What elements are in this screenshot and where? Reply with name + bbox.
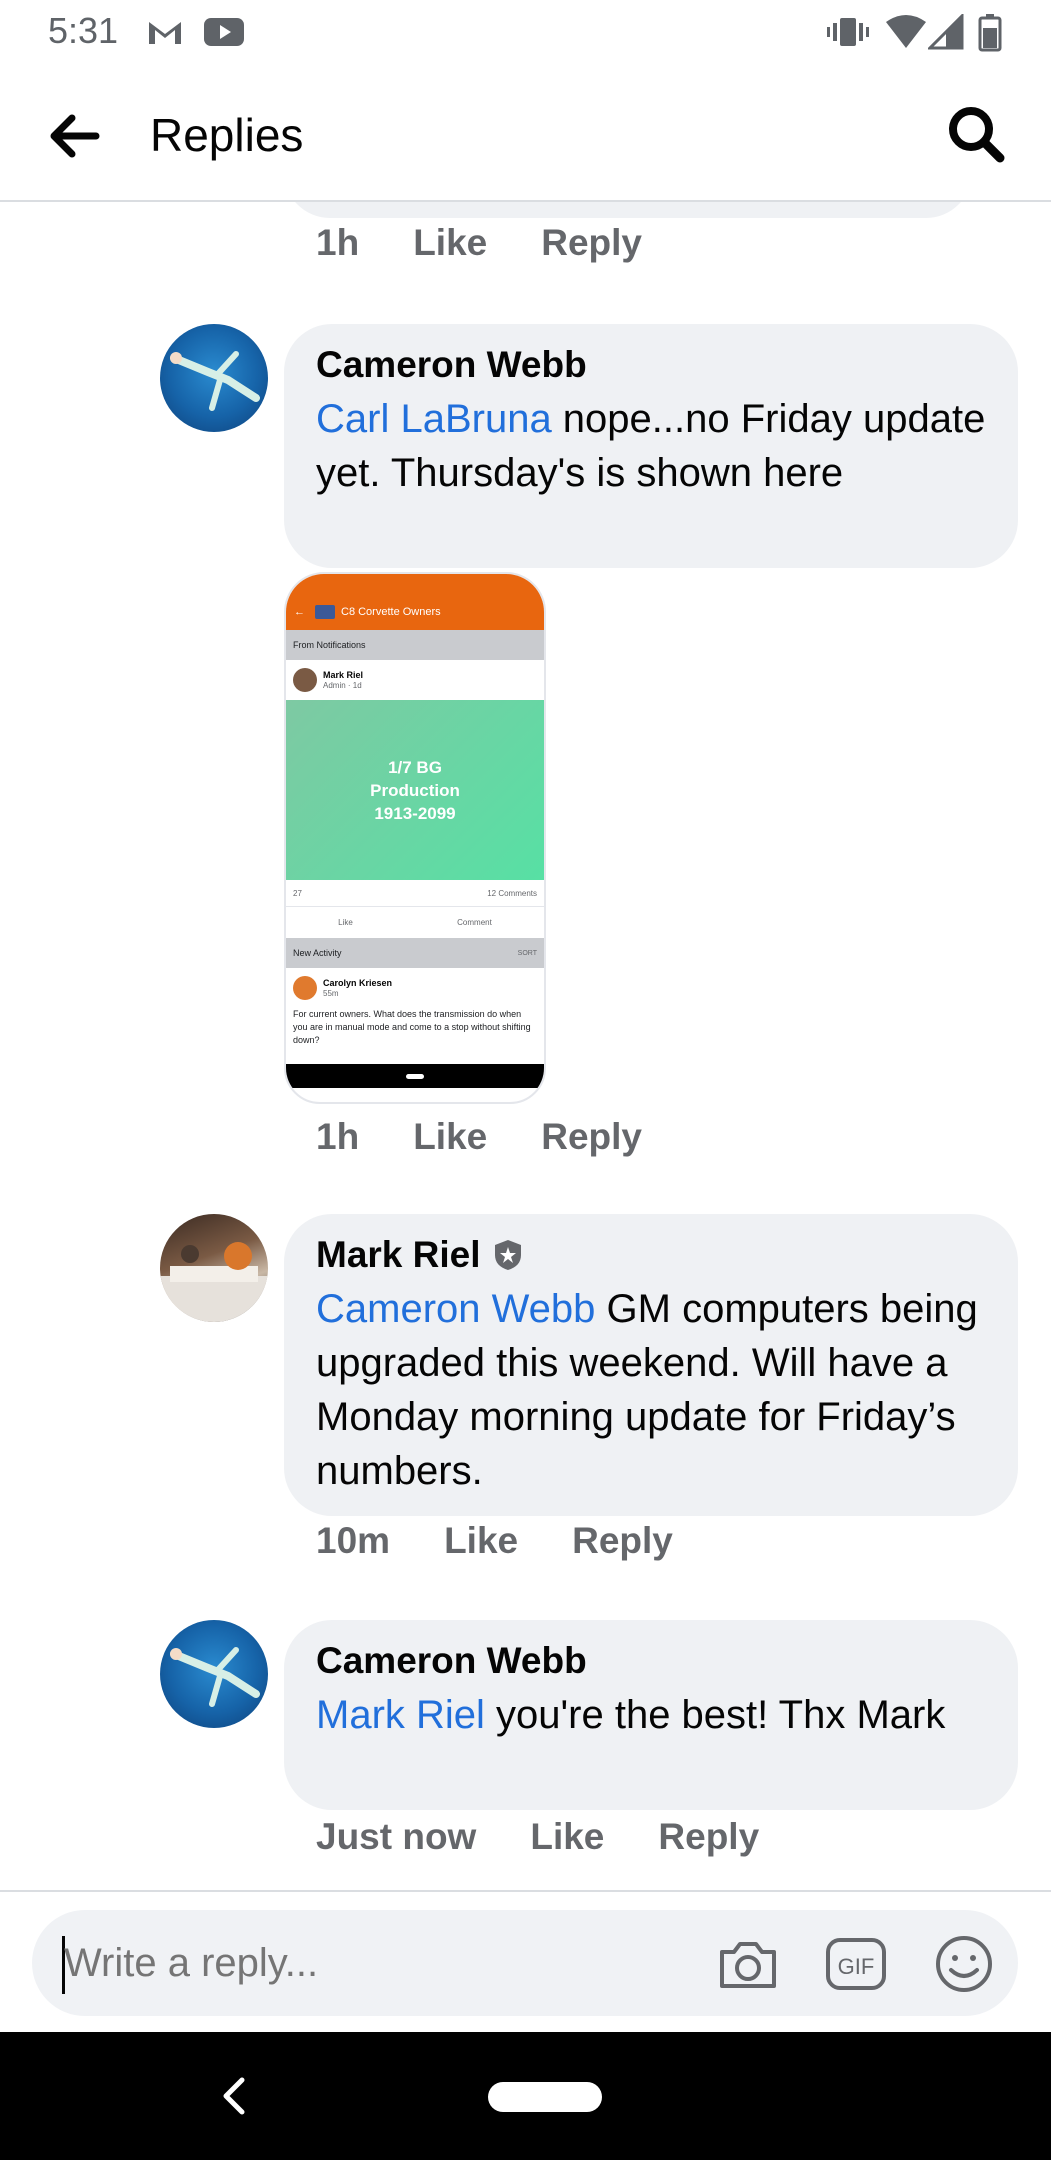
comment-bubble[interactable]: Cameron Webb Carl LaBruna nope...no Frid… (284, 324, 1018, 568)
like-button[interactable]: Like (444, 1520, 518, 1562)
thumb-stats: 27 12 Comments (286, 880, 544, 906)
comment-meta: Just now Like Reply (316, 1816, 813, 1858)
thumb-post2-meta: 55m (323, 989, 339, 998)
composer-pill[interactable]: GIF (32, 1910, 1018, 2016)
thumb-section-2: New Activity SORT (286, 938, 544, 968)
thumb-comment: Comment (457, 918, 492, 927)
mention-link[interactable]: Carl LaBruna (316, 397, 552, 441)
youtube-icon (204, 18, 244, 46)
battery-icon (978, 14, 1002, 52)
reply-composer: GIF (0, 1890, 1051, 2032)
wifi-icon (886, 15, 926, 48)
signal-icon (928, 14, 964, 50)
svg-text:GIF: GIF (838, 1954, 875, 1979)
like-button[interactable]: Like (530, 1816, 604, 1858)
nav-back-icon[interactable] (218, 2074, 250, 2118)
reply-button[interactable]: Reply (572, 1520, 673, 1562)
avatar[interactable] (160, 1214, 268, 1322)
admin-shield-icon (494, 1240, 521, 1270)
dinner-photo-icon (160, 1242, 268, 1322)
comment-meta: 1h Like Reply (316, 1116, 696, 1158)
like-button[interactable]: Like (413, 222, 487, 264)
thumb-green-line3: 1913-2099 (374, 803, 456, 823)
replies-list[interactable]: 1h Like Reply Cameron Webb Carl LaBruna … (0, 202, 1051, 1892)
thumb-post2-text: For current owners. What does the transm… (293, 1009, 531, 1045)
nav-home-pill[interactable] (488, 2082, 602, 2112)
camera-icon[interactable] (716, 1934, 780, 1994)
swimmer-photo-icon (170, 1647, 260, 1707)
thumb-group-logo (315, 605, 335, 619)
avatar[interactable] (160, 324, 268, 432)
comment-text: Cameron Webb GM computers being upgraded… (316, 1282, 986, 1498)
thumb-section: From Notifications (286, 630, 544, 660)
search-icon[interactable] (944, 102, 1008, 166)
status-time: 5:31 (48, 10, 119, 51)
vibrate-icon (827, 18, 869, 46)
gif-icon[interactable]: GIF (824, 1934, 888, 1994)
comment-author[interactable]: Mark Riel (316, 1234, 986, 1276)
attached-screenshot[interactable]: ← C8 Corvette Owners From Notifications … (284, 572, 546, 1104)
previous-comment-bubble (284, 202, 972, 218)
thumb-nav-bar (286, 1064, 544, 1088)
comment-time: 1h (316, 1116, 360, 1157)
reply-button[interactable]: Reply (541, 222, 642, 264)
reply-button[interactable]: Reply (541, 1116, 642, 1158)
comment-text: Mark Riel you're the best! Thx Mark (316, 1688, 986, 1742)
reply-button[interactable]: Reply (658, 1816, 759, 1858)
comment-author-name[interactable]: Mark Riel (316, 1234, 481, 1276)
thumb-green-line2: Production (370, 780, 460, 800)
mention-link[interactable]: Cameron Webb (316, 1287, 595, 1331)
thumb-section2-label: New Activity (293, 948, 342, 958)
thumb-reactions: 27 (293, 888, 302, 898)
thumb-sort: SORT (517, 949, 537, 957)
comment-bubble[interactable]: Mark Riel Cameron Webb GM computers bein… (284, 1214, 1018, 1516)
previous-comment-meta: 1h Like Reply (316, 222, 696, 264)
thumb-comments-count: 12 Comments (487, 888, 537, 898)
app-header: Replies (0, 64, 1051, 202)
thumb-like: Like (338, 918, 353, 927)
comment-author[interactable]: Cameron Webb (316, 1640, 986, 1682)
thumb-group-bar: ← C8 Corvette Owners (286, 594, 544, 630)
thumb-post2-header: Carolyn Kriesen 55m (286, 968, 544, 1008)
comment-text: Carl LaBruna nope...no Friday update yet… (316, 392, 986, 500)
comment-time: 10m (316, 1520, 391, 1561)
gmail-icon (149, 22, 181, 44)
emoji-icon[interactable] (932, 1934, 996, 1994)
arrow-left-icon[interactable] (44, 106, 104, 166)
system-nav-bar (0, 2032, 1051, 2160)
comment-body: you're the best! Thx Mark (484, 1693, 946, 1737)
thumb-back-icon: ← (294, 606, 305, 618)
comment-time: Just now (316, 1816, 477, 1857)
thumb-actions: Like Comment (286, 906, 544, 938)
comment-meta: 10m Like Reply (316, 1520, 727, 1562)
thumb-green-post: 1/7 BG Production 1913-2099 (286, 700, 544, 880)
status-bar: 5:31 (0, 0, 1051, 64)
thumb-post-header: Mark Riel Admin · 1d (286, 660, 544, 700)
thumb-avatar-2 (293, 976, 317, 1000)
mention-link[interactable]: Mark Riel (316, 1693, 485, 1737)
comment-bubble[interactable]: Cameron Webb Mark Riel you're the best! … (284, 1620, 1018, 1810)
comment-author[interactable]: Cameron Webb (316, 344, 986, 386)
swimmer-photo-icon (170, 351, 260, 411)
thumb-green-line1: 1/7 BG (388, 757, 442, 777)
like-button[interactable]: Like (413, 1116, 487, 1158)
page-title: Replies (150, 109, 304, 161)
thumb-group-name: C8 Corvette Owners (341, 606, 441, 618)
thumb-home-pill (406, 1073, 424, 1079)
reply-input[interactable] (64, 1932, 684, 1994)
thumb-post-author: Mark Riel (323, 670, 364, 680)
comment-time: 1h (316, 222, 360, 263)
thumb-status-bar (286, 574, 544, 594)
avatar[interactable] (160, 1620, 268, 1728)
thumb-post-meta: Admin · 1d (323, 681, 362, 690)
thumb-post2-author: Carolyn Kriesen (323, 978, 393, 988)
thumb-avatar (293, 668, 317, 692)
